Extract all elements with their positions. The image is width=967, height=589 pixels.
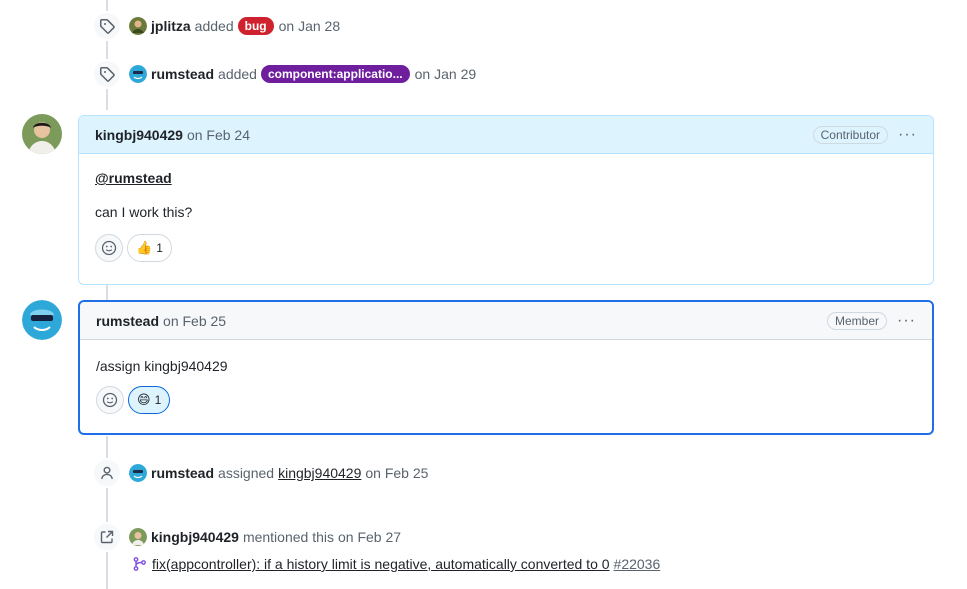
kebab-menu-icon[interactable]: ···	[897, 312, 916, 328]
event-verb: added	[194, 18, 234, 34]
comment-header: kingbj940429 on Feb 24 Contributor ···	[79, 116, 933, 154]
comment-author[interactable]: rumstead	[96, 313, 159, 329]
event-actor[interactable]: rumstead	[151, 66, 214, 82]
thumbs-up-icon: 👍	[136, 240, 153, 255]
smiley-icon	[101, 240, 117, 256]
git-pull-request-icon	[133, 557, 146, 571]
tag-icon	[92, 11, 122, 41]
laugh-icon: 😄	[137, 392, 151, 407]
reaction-laugh[interactable]: 😄 1	[128, 386, 171, 414]
tag-icon	[92, 59, 122, 89]
timeline-event-mentioned: kingbj940429 mentioned this on Feb 27	[92, 521, 401, 553]
add-reaction-button[interactable]	[96, 386, 124, 414]
comment-header: rumstead on Feb 25 Member ···	[80, 302, 932, 340]
avatar[interactable]	[129, 528, 147, 546]
event-actor[interactable]: jplitza	[151, 18, 191, 34]
event-actor[interactable]: kingbj940429	[151, 529, 239, 545]
label-component[interactable]: component:applicatio...	[260, 65, 410, 83]
avatar[interactable]	[129, 17, 147, 35]
cross-reference-icon	[92, 522, 122, 552]
comment-date[interactable]: on Feb 25	[163, 313, 226, 329]
smiley-icon	[102, 392, 118, 408]
avatar[interactable]	[22, 114, 62, 154]
comment-body: can I work this?	[95, 204, 193, 220]
avatar[interactable]	[129, 65, 147, 83]
reaction-count: 1	[156, 241, 163, 255]
role-badge: Member	[827, 311, 888, 330]
add-reaction-button[interactable]	[95, 234, 123, 262]
comment-author[interactable]: kingbj940429	[95, 127, 183, 143]
comment-card: kingbj940429 on Feb 24 Contributor ··· @…	[78, 115, 934, 285]
comment-body: /assign kingbj940429	[96, 358, 228, 374]
event-verb: added	[218, 66, 257, 82]
reaction-thumbs-up[interactable]: 👍 1	[127, 234, 172, 262]
person-icon	[92, 458, 122, 488]
event-date[interactable]: on Feb 27	[338, 529, 401, 545]
comment-date[interactable]: on Feb 24	[187, 127, 250, 143]
timeline-event-label-component: rumstead added component:applicatio... o…	[92, 58, 476, 90]
avatar[interactable]	[129, 464, 147, 482]
event-date[interactable]: on Feb 25	[365, 465, 428, 481]
pr-number-link[interactable]: #22036	[614, 556, 661, 572]
reaction-count: 1	[154, 393, 162, 407]
kebab-menu-icon[interactable]: ···	[898, 126, 917, 142]
event-verb: mentioned this	[242, 529, 334, 545]
linked-pull-request: fix(appcontroller): if a history limit i…	[132, 556, 664, 572]
assignee-link[interactable]: kingbj940429	[278, 465, 361, 481]
label-bug[interactable]: bug	[237, 17, 274, 35]
comment-card: rumstead on Feb 25 Member ··· /assign ki…	[78, 300, 934, 435]
event-date[interactable]: on Jan 29	[415, 66, 477, 82]
role-badge: Contributor	[812, 125, 889, 144]
user-mention[interactable]: @rumstead	[95, 170, 172, 186]
avatar[interactable]	[22, 300, 62, 340]
pr-title-link[interactable]: fix(appcontroller): if a history limit i…	[152, 556, 610, 572]
timeline-event-label-bug: jplitza added bug on Jan 28	[92, 10, 340, 42]
event-verb: assigned	[218, 465, 275, 481]
event-actor[interactable]: rumstead	[151, 465, 214, 481]
event-date[interactable]: on Jan 28	[279, 18, 341, 34]
timeline-event-assigned: rumstead assigned kingbj940429 on Feb 25	[92, 457, 428, 489]
